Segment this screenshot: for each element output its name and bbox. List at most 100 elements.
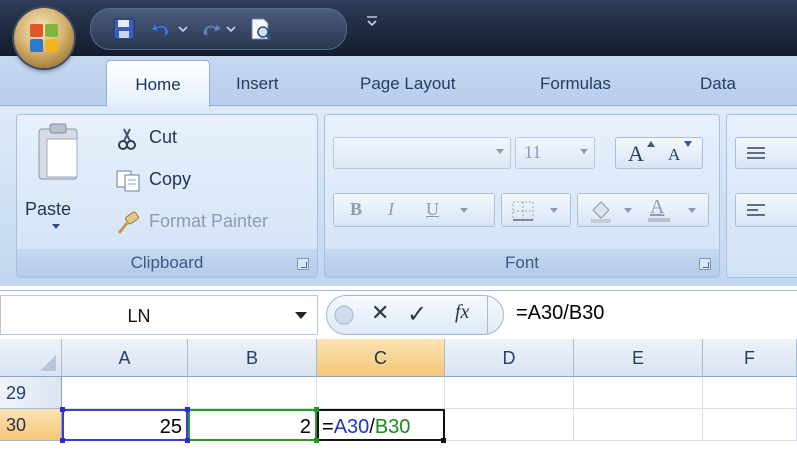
name-box[interactable]: LN	[0, 295, 318, 335]
font-launcher-icon[interactable]	[699, 258, 711, 270]
row-header-29[interactable]: 29	[0, 377, 62, 409]
column-header-d[interactable]: D	[445, 339, 574, 377]
range-handle[interactable]	[185, 407, 190, 412]
tab-data[interactable]: Data	[700, 74, 736, 94]
format-buttons: B I U	[333, 193, 495, 227]
cell-e30[interactable]	[574, 409, 703, 441]
shrink-font-button[interactable]: A	[662, 139, 700, 167]
chevron-down-icon[interactable]	[225, 17, 237, 41]
chevron-down-icon	[550, 208, 558, 213]
tab-home-label: Home	[135, 75, 181, 94]
format-painter-button[interactable]: Format Painter	[109, 209, 315, 239]
tab-formulas[interactable]: Formulas	[540, 74, 611, 94]
cell-d30[interactable]	[445, 409, 574, 441]
column-header-b[interactable]: B	[188, 339, 317, 377]
chevron-down-icon	[624, 208, 632, 213]
paintbrush-icon	[117, 211, 139, 234]
column-header-c[interactable]: C	[317, 339, 445, 377]
cancel-icon[interactable]: ✕	[371, 301, 389, 326]
chevron-down-icon[interactable]	[295, 312, 307, 319]
column-header-f[interactable]: F	[703, 339, 797, 377]
cell-f29[interactable]	[703, 377, 797, 409]
cut-label: Cut	[149, 127, 178, 147]
fill-color-button[interactable]	[584, 196, 642, 224]
title-bar	[0, 0, 797, 56]
range-handle[interactable]	[60, 407, 65, 412]
grow-font-button[interactable]: A	[622, 139, 660, 167]
format-painter-label: Format Painter	[149, 211, 269, 231]
tab-page-layout[interactable]: Page Layout	[360, 74, 455, 94]
undo-icon[interactable]	[149, 17, 175, 41]
paste-label: Paste	[25, 199, 72, 219]
align-left-button[interactable]	[735, 193, 797, 227]
cell-d29[interactable]	[445, 377, 574, 409]
align-top-button[interactable]	[735, 137, 797, 169]
chevron-down-icon[interactable]	[177, 17, 189, 41]
font-color-label: A	[650, 196, 665, 218]
font-name-combo[interactable]	[333, 137, 511, 169]
clipboard-launcher-icon[interactable]	[297, 258, 309, 270]
ribbon-tabs: Home Insert Page Layout Formulas Data	[0, 56, 797, 107]
increase-icon	[647, 141, 655, 147]
clipboard-group: Paste Cut Copy Format Painter Clipboard	[16, 114, 318, 278]
font-color-swatch	[648, 218, 670, 222]
chevron-down-icon	[460, 208, 468, 213]
worksheet-grid: A B C D E F 29 30 25 2 =A30/B30	[0, 339, 797, 463]
grow-font-label: A	[628, 141, 644, 166]
align-top-icon	[747, 147, 765, 159]
select-all-button[interactable]	[0, 339, 62, 377]
copy-button[interactable]: Copy	[109, 167, 239, 197]
range-handle[interactable]	[314, 407, 319, 412]
formula-ref-a30: A30	[333, 416, 370, 438]
underline-button[interactable]: U	[426, 199, 439, 220]
formula-ref-b30: B30	[374, 416, 411, 438]
cell-e29[interactable]	[574, 377, 703, 409]
alignment-group	[726, 114, 797, 278]
decrease-icon	[684, 141, 692, 147]
tab-home[interactable]: Home	[106, 60, 210, 107]
cell-c29[interactable]	[317, 377, 445, 409]
cell-f30[interactable]	[703, 409, 797, 441]
italic-button[interactable]: I	[388, 199, 394, 220]
copy-icon	[116, 170, 140, 192]
office-logo-icon	[30, 24, 58, 52]
cell-a29[interactable]	[62, 377, 188, 409]
insert-function-icon[interactable]: fx	[455, 301, 469, 324]
tab-insert[interactable]: Insert	[236, 74, 279, 94]
borders-button[interactable]	[501, 193, 571, 227]
cell-a30[interactable]: 25	[62, 409, 188, 441]
cell-c30-editing[interactable]: =A30/B30	[317, 409, 445, 441]
formula-input[interactable]: =A30/B30	[516, 302, 604, 325]
enter-icon[interactable]: ✓	[407, 300, 427, 328]
font-size-combo[interactable]: 11	[515, 137, 595, 169]
range-handle[interactable]	[314, 438, 319, 443]
cell-b30[interactable]: 2	[188, 409, 317, 441]
select-all-triangle-icon	[40, 355, 56, 371]
cell-b29[interactable]	[188, 377, 317, 409]
office-button[interactable]	[14, 8, 74, 68]
row-header-30[interactable]: 30	[0, 409, 62, 441]
bold-button[interactable]: B	[350, 199, 362, 220]
range-handle[interactable]	[60, 438, 65, 443]
formula-bar: LN ✕ ✓ fx =A30/B30	[0, 290, 797, 340]
customize-icon[interactable]	[365, 14, 379, 32]
chevron-down-icon	[52, 224, 60, 229]
borders-icon	[512, 201, 534, 221]
font-size-value: 11	[524, 142, 542, 162]
formula-buttons: ✕ ✓ fx	[326, 295, 504, 335]
column-header-e[interactable]: E	[574, 339, 703, 377]
redo-icon[interactable]	[197, 17, 223, 41]
print-preview-icon[interactable]	[247, 17, 275, 41]
cut-button[interactable]: Cut	[109, 125, 229, 155]
shrink-font-label: A	[668, 145, 681, 164]
quick-access-toolbar	[90, 8, 347, 50]
fill-handle[interactable]	[441, 438, 446, 443]
font-color-button[interactable]: A	[644, 196, 704, 224]
chevron-down-icon	[688, 208, 696, 213]
ribbon: Paste Cut Copy Format Painter Clipboard …	[0, 105, 797, 286]
column-header-a[interactable]: A	[62, 339, 188, 377]
range-handle[interactable]	[185, 438, 190, 443]
paste-button[interactable]: Paste	[21, 121, 97, 241]
save-icon[interactable]	[111, 17, 137, 41]
scissors-icon	[118, 128, 136, 150]
